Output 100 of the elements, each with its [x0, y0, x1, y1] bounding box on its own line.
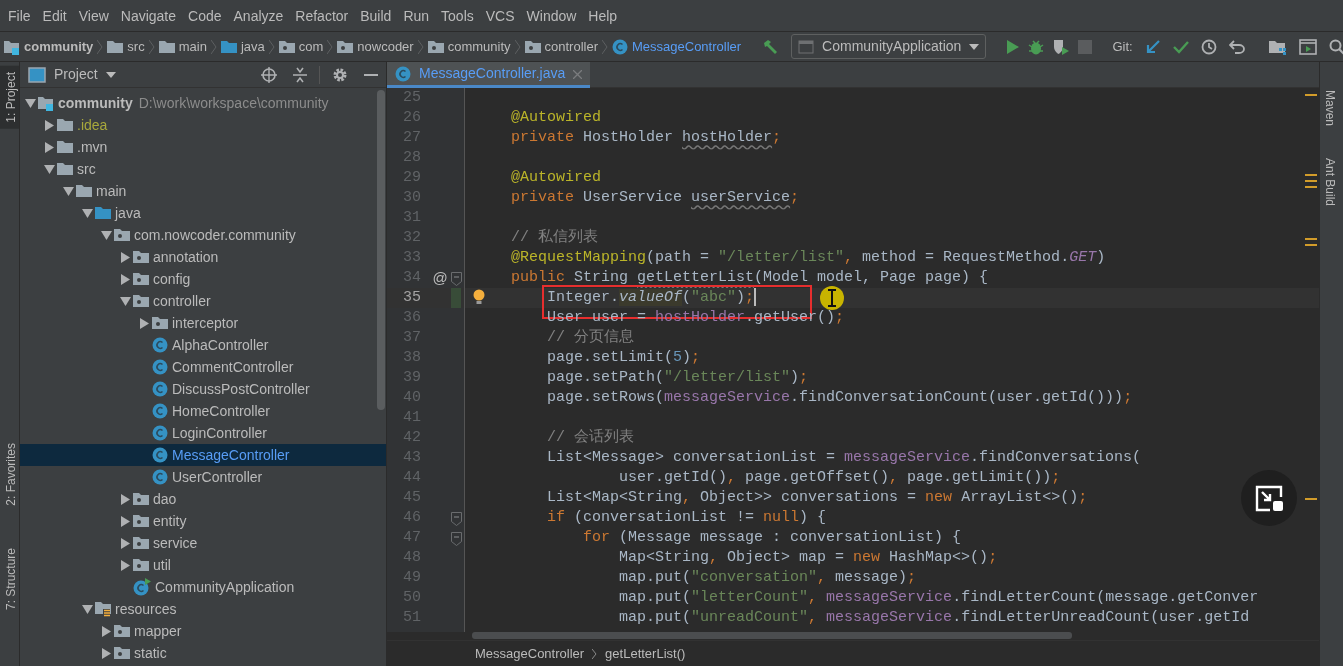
run-configuration-dropdown[interactable]: CommunityApplication — [791, 34, 987, 59]
tree-item[interactable]: interceptor — [20, 312, 386, 334]
tree-item[interactable]: LoginController — [20, 422, 386, 444]
menu-item[interactable]: VCS — [479, 6, 521, 31]
menu-item[interactable]: Edit — [36, 6, 73, 31]
breadcrumb-item[interactable]: nowcoder — [357, 36, 414, 57]
breadcrumb-item[interactable]: com — [298, 36, 324, 57]
tree-item[interactable]: .idea — [20, 114, 386, 136]
caret-icon[interactable] — [105, 71, 116, 78]
error-stripe-mark — [1305, 94, 1317, 96]
menu-item[interactable]: Navigate — [114, 6, 183, 31]
tree-item[interactable]: UserController — [20, 466, 386, 488]
tree-item[interactable]: main — [20, 180, 386, 202]
error-stripe-mark — [1305, 180, 1317, 182]
tree-item[interactable]: CommunityApplication — [20, 576, 386, 598]
tree-item[interactable]: config — [20, 268, 386, 290]
menu-item[interactable]: Tools — [435, 6, 480, 31]
folder-icon — [76, 184, 92, 198]
crosshair-icon[interactable] — [261, 64, 277, 85]
breadcrumb-item[interactable]: community — [447, 36, 511, 57]
tree-item[interactable]: DiscussPostController — [20, 378, 386, 400]
menu-item[interactable]: Run — [397, 6, 436, 31]
code-line: page.setRows(messageService.findConversationCount(user.getId())); — [546, 388, 1133, 408]
side-tab[interactable]: 7: Structure — [0, 541, 19, 616]
folder-icon — [114, 228, 130, 242]
tree-item[interactable]: HomeController — [20, 400, 386, 422]
tree-item[interactable]: dao — [20, 488, 386, 510]
tree-item[interactable]: com.nowcoder.community — [20, 224, 386, 246]
menu-item[interactable]: File — [2, 6, 37, 31]
menu-item[interactable]: Code — [182, 6, 228, 31]
class-icon — [152, 425, 168, 441]
side-tab[interactable]: Ant Build — [1320, 152, 1342, 213]
breadcrumb-item[interactable]: java — [240, 36, 265, 57]
folder-icon — [524, 39, 541, 54]
tree-item[interactable]: entity — [20, 510, 386, 532]
breadcrumb-item[interactable]: src — [127, 36, 145, 57]
side-tab[interactable]: Maven — [1320, 84, 1342, 133]
gutter-marker[interactable]: @ — [431, 266, 449, 290]
code-line: private HostHolder hostHolder; — [510, 128, 782, 148]
tree-item[interactable]: mapper — [20, 620, 386, 642]
tree-item[interactable]: AlphaController — [20, 334, 386, 356]
menu-item[interactable]: Refactor — [289, 6, 355, 31]
error-stripe-mark — [1305, 238, 1317, 240]
side-tab[interactable]: 1: Project — [0, 66, 19, 129]
breadcrumb-item[interactable]: getLetterList() — [605, 643, 686, 664]
code-line: List<Map<String, Object>> conversations = new ArrayList<>(); — [546, 488, 1088, 508]
tree-item[interactable]: util — [20, 554, 386, 576]
code-line: public String getLetterList(Model model, Page page) { — [510, 268, 989, 288]
code-line: map.put("conversation", message); — [618, 568, 917, 588]
menu-item[interactable]: Window — [520, 6, 583, 31]
lightbulb-icon[interactable] — [473, 289, 485, 305]
tree-item[interactable]: static — [20, 642, 386, 664]
code-line: page.setLimit(5); — [546, 348, 701, 368]
code-line: @Autowired — [510, 108, 602, 128]
class-icon — [612, 38, 628, 55]
exit-window-icon — [1254, 484, 1284, 512]
tree-item[interactable]: src — [20, 158, 386, 180]
editor-tab[interactable]: MessageController.java — [387, 62, 591, 88]
breadcrumb-item[interactable]: main — [178, 36, 207, 57]
folder-icon — [38, 95, 54, 111]
code-line: user.getId(), page.getOffset(), page.getLimit()); — [618, 468, 1061, 488]
expanded-arrow-icon[interactable] — [60, 186, 76, 196]
code-line: private UserService userService; — [510, 188, 800, 208]
breadcrumb-item[interactable]: community — [24, 36, 94, 57]
code-line: page.setPath("/letter/list"); — [546, 368, 809, 388]
breadcrumb-item[interactable]: MessageController — [475, 643, 585, 664]
scrollbar-thumb[interactable] — [472, 632, 1072, 640]
tree-item[interactable]: service — [20, 532, 386, 554]
class-icon — [133, 578, 151, 596]
expanded-arrow-icon[interactable] — [98, 230, 114, 240]
tree-item[interactable]: community D:\work\workspace\community — [20, 92, 386, 114]
tree-item[interactable]: annotation — [20, 246, 386, 268]
expanded-arrow-icon[interactable] — [79, 208, 95, 218]
folder-icon — [337, 39, 354, 54]
breadcrumb-item[interactable]: MessageController — [632, 36, 742, 57]
expanded-arrow-icon[interactable] — [79, 604, 95, 614]
expanded-arrow-icon[interactable] — [117, 296, 133, 306]
expanded-arrow-icon[interactable] — [41, 164, 57, 174]
folder-icon — [95, 206, 111, 220]
scrollbar-thumb[interactable] — [377, 90, 385, 410]
tree-item[interactable]: resources — [20, 598, 386, 620]
panel-title[interactable]: Project — [54, 64, 98, 85]
menu-item[interactable]: Build — [354, 6, 398, 31]
picture-in-picture-button[interactable] — [1241, 470, 1297, 526]
caret-icon — [969, 43, 980, 50]
folder-icon — [57, 162, 73, 176]
side-tab[interactable]: 2: Favorites — [0, 437, 19, 512]
menu-item[interactable]: Help — [582, 6, 624, 31]
code-line: if (conversationList != null) { — [546, 508, 827, 528]
tree-item[interactable]: controller — [20, 290, 386, 312]
tree-item[interactable]: java — [20, 202, 386, 224]
expanded-arrow-icon[interactable] — [22, 98, 38, 108]
menu-item[interactable]: Analyze — [227, 6, 290, 31]
tree-item[interactable]: .mvn — [20, 136, 386, 158]
folder-icon — [57, 118, 73, 132]
tree-item[interactable]: MessageController — [20, 444, 386, 466]
tree-item[interactable]: CommentController — [20, 356, 386, 378]
folder-icon — [4, 38, 20, 55]
menu-item[interactable]: View — [72, 6, 115, 31]
breadcrumb-item[interactable]: controller — [544, 36, 598, 57]
